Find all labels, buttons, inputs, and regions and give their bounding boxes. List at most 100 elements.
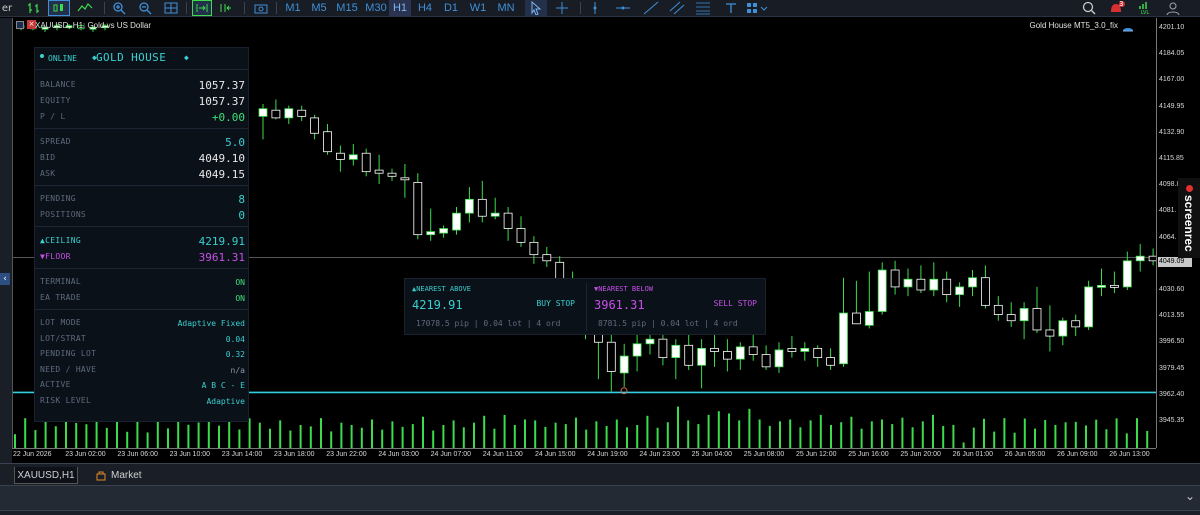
notification-badge: 3: [1119, 0, 1124, 8]
screenrec-label: screenrec: [1182, 194, 1196, 252]
candle-body: [594, 334, 603, 343]
nearest-above-price: 4219.91: [412, 298, 463, 312]
chart-window-icon[interactable]: [16, 21, 24, 29]
time-axis-label: 23 Jun 18:00: [274, 451, 315, 458]
bar-chart-icon[interactable]: [25, 0, 43, 16]
timeframe-m30[interactable]: M30: [362, 0, 390, 16]
price-chart[interactable]: × XAUUSD, H1: Gold vs US Dollar Gold Hou…: [12, 18, 1156, 448]
zoom-in-icon[interactable]: [110, 0, 128, 16]
tile-windows-icon[interactable]: [162, 0, 180, 16]
candle-body: [542, 254, 552, 262]
time-axis-label: 26 Jun 09:00: [1057, 451, 1098, 458]
time-axis-label: 24 Jun 07:00: [430, 451, 472, 458]
terminal-row: TERMINAL ON: [35, 276, 248, 290]
left-sidebar-strip: ‹: [0, 18, 12, 463]
record-dot-icon: [1185, 184, 1193, 192]
timeframe-h1[interactable]: H1: [389, 0, 411, 16]
price-axis-label: 4201.10: [1159, 24, 1185, 31]
candle-body: [916, 278, 926, 291]
search-icon[interactable]: [1080, 0, 1098, 16]
active-row: ACTIVE A B C - E: [35, 379, 248, 393]
timeframe-mn[interactable]: MN: [493, 0, 519, 16]
trendline-icon[interactable]: [640, 0, 662, 16]
ceiling-label: ▲CEILING: [40, 236, 81, 245]
candle-body: [413, 182, 423, 236]
floor-row: ▼FLOOR 3961.31: [35, 251, 248, 265]
tab-xauusd-h1[interactable]: XAUUSD,H1: [14, 467, 78, 484]
candle-body: [955, 286, 964, 296]
candle-body: [710, 347, 719, 352]
account-icon[interactable]: [1164, 0, 1182, 16]
candle-body: [645, 338, 655, 345]
risk-level-label: RISK LEVEL: [40, 396, 92, 405]
chart-shift-icon[interactable]: [216, 0, 236, 16]
chevron-down-icon[interactable]: ⌄: [1185, 489, 1195, 503]
pending-row: PENDING 8: [35, 193, 248, 207]
nearest-above-title: ▲NEAREST ABOVE: [412, 285, 472, 293]
expert-advisor-hat-icon[interactable]: [1122, 20, 1134, 32]
cursor-icon[interactable]: [525, 0, 547, 16]
zoom-out-icon[interactable]: [136, 0, 154, 16]
channel-icon[interactable]: [666, 0, 688, 16]
candle-body: [284, 108, 294, 119]
nearest-orders-panel: ▲NEAREST ABOVE 4219.91 BUY STOP 17078.5 …: [404, 278, 766, 335]
candle-body: [864, 311, 874, 326]
candle-body: [1135, 255, 1145, 262]
candle-body: [993, 304, 1003, 315]
vertical-line-icon[interactable]: [586, 0, 604, 16]
nearest-above-meta: 17078.5 pip | 0.04 lot | 4 ord: [416, 319, 561, 328]
fibonacci-icon[interactable]: [692, 0, 714, 16]
toolbar-left-label: er: [1, 2, 13, 14]
candle-body: [658, 338, 668, 359]
timeframe-d1[interactable]: D1: [440, 0, 462, 16]
candlestick-chart-icon[interactable]: [48, 0, 70, 16]
notifications-icon[interactable]: [1107, 0, 1127, 16]
nearest-below-meta: 8781.5 pip | 0.04 lot | 4 ord: [598, 319, 738, 328]
line-chart-icon[interactable]: [74, 0, 96, 16]
time-axis-label: 24 Jun 15:00: [535, 451, 576, 458]
equity-label: EQUITY: [40, 96, 71, 105]
signal-level-icon[interactable]: LVL: [1136, 0, 1154, 16]
ea-trade-row: EA TRADE ON: [35, 292, 248, 306]
pending-label: PENDING: [40, 194, 76, 203]
candle-body: [258, 108, 268, 117]
tab-market[interactable]: Market: [96, 467, 142, 484]
positions-label: POSITIONS: [40, 210, 87, 219]
candle-body: [1006, 314, 1016, 322]
gold-house-info-panel: ONLINE ◆ GOLD HOUSE ◆ BALANCE 1057.37 EQ…: [34, 47, 249, 422]
time-axis[interactable]: 22 Jun 2026 23 Jun 02:00 23 Jun 06:00 23 Ju…: [12, 448, 1156, 462]
risk-level-value: Adaptive: [206, 397, 245, 406]
timeframe-w1[interactable]: W1: [466, 0, 490, 16]
spread-value: 5.0: [225, 136, 245, 149]
ask-value: 4049.15: [198, 168, 245, 181]
text-icon[interactable]: [722, 0, 740, 16]
timeframe-m15[interactable]: M15: [333, 0, 361, 16]
time-axis-label: 23 Jun 14:00: [221, 451, 263, 458]
timeframe-m5[interactable]: M5: [307, 0, 331, 16]
timeframe-h4[interactable]: H4: [414, 0, 436, 16]
timeframe-m1[interactable]: M1: [282, 0, 304, 16]
candle-body: [942, 278, 952, 296]
price-axis-label: 4081.: [1159, 207, 1177, 215]
candle-body: [335, 152, 345, 160]
screenrec-overlay[interactable]: screenrec: [1178, 178, 1200, 258]
horizontal-line-icon[interactable]: [612, 0, 634, 16]
crosshair-icon[interactable]: [552, 0, 572, 16]
time-axis-label: 24 Jun 19:00: [587, 451, 628, 458]
collapse-left-arrow-icon[interactable]: ‹: [0, 273, 10, 285]
ask-row: ASK 4049.15: [35, 168, 248, 182]
time-axis-label: 25 Jun 20:00: [900, 451, 941, 458]
ask-label: ASK: [40, 169, 56, 178]
candle-body: [323, 131, 332, 153]
candle-body: [735, 346, 745, 360]
balance-row: BALANCE 1057.37: [35, 79, 248, 93]
price-axis-label: 3996.50: [1159, 338, 1185, 346]
candle-body: [774, 349, 784, 368]
nearest-below-section: ▼NEAREST BELOW 3961.31 SELL STOP 8781.5 …: [587, 279, 767, 334]
active-label: ACTIVE: [40, 380, 71, 389]
candle-body: [477, 198, 487, 217]
screenshot-icon[interactable]: [252, 0, 270, 16]
lot-strat-row: LOT/STRAT 0.04: [35, 333, 248, 347]
auto-scroll-icon[interactable]: [192, 0, 212, 16]
shapes-menu-icon[interactable]: [744, 0, 770, 16]
